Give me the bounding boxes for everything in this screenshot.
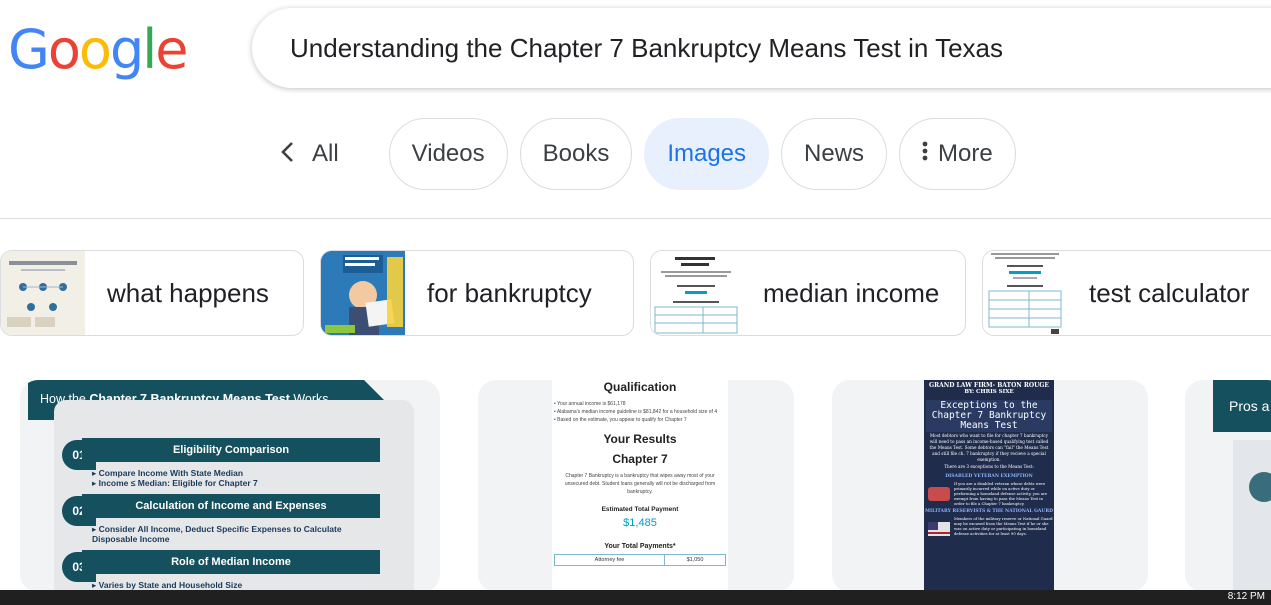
image-result[interactable]: Pros a [1185, 380, 1271, 592]
author: BY: CHRIS SIXE [964, 389, 1014, 395]
us-flag-icon [928, 522, 950, 536]
tab-more[interactable]: More [899, 118, 1016, 190]
qualification-heading: Qualification [603, 380, 677, 394]
chip-label: for bankruptcy [427, 277, 592, 308]
chevron-left-icon [280, 137, 294, 171]
chip-label: what happens [107, 277, 269, 308]
tab-label: Images [667, 140, 747, 167]
section-heading: MILITARY RESERVISTS & THE NATIONAL GAURD [925, 509, 1053, 514]
tab-videos[interactable]: Videos [388, 118, 508, 190]
tab-label: More [938, 140, 993, 167]
step-title: Eligibility Comparison [82, 438, 380, 462]
image-result[interactable]: GRAND LAW FIRM- BATON ROUGE BY: CHRIS SI… [832, 380, 1148, 592]
chip-label: test calculator [1089, 277, 1250, 308]
chip-thumbnail [651, 251, 741, 335]
table-cell: Attorney fee [555, 555, 665, 565]
firm-name: GRAND LAW FIRM- BATON ROUGE [928, 382, 1050, 389]
chip-test-calculator[interactable]: test calculator [982, 250, 1271, 336]
step-item: Consider All Income, Deduct Specific Exp… [92, 524, 342, 544]
logo-letter: l [142, 18, 157, 81]
image-result[interactable]: How the Chapter 7 Bankruptcy Means Test … [20, 380, 440, 592]
estimated-label: Estimated Total Payment [601, 506, 679, 513]
section-heading: DISABLED VETERAN EXEMPTION [945, 474, 1033, 479]
card-count: There are 3 exceptions to the Means Test… [944, 464, 1034, 469]
chip-for-bankruptcy[interactable]: for bankruptcy [320, 250, 634, 336]
section-text: Members of the military reserve or Natio… [954, 516, 1053, 536]
tab-label: Books [542, 140, 610, 167]
logo-letter: e [155, 18, 188, 81]
chip-thumbnail [321, 251, 405, 335]
tab-label: News [804, 140, 865, 167]
search-box[interactable] [252, 8, 1271, 88]
more-vert-icon [922, 140, 928, 168]
section-text: If you are a disabled veteran whose debt… [954, 481, 1048, 506]
logo-letter: g [109, 18, 144, 81]
chip-what-happens[interactable]: what happens [0, 250, 304, 336]
step-title: Role of Median Income [82, 550, 380, 574]
estimated-value: $1,485 [623, 517, 657, 529]
results-title: Your Results [603, 432, 677, 446]
step-item: Varies by State and Household Size [98, 580, 243, 590]
bandage-icon [928, 487, 950, 501]
table-cell: $1,050 [686, 557, 704, 563]
google-images-page: Google All Videos Books Images News More [0, 0, 1271, 605]
logo-letter: o [78, 18, 112, 81]
banner-text: Pros a [1229, 398, 1270, 414]
tab-books[interactable]: Books [519, 118, 633, 190]
header-divider [0, 218, 1271, 219]
taskbar: 8:12 PM [0, 590, 1271, 605]
step-item: Income ≤ Median: Eligible for Chapter 7 [98, 478, 258, 488]
bullet: Based on the estimate, you appear to qua… [557, 417, 687, 423]
tab-news[interactable]: News [781, 118, 888, 190]
bullet: Alabama's median income guideline is $81… [556, 409, 718, 415]
step-title: Calculation of Income and Expenses [82, 494, 380, 518]
logo-letter: G [8, 18, 50, 81]
google-logo[interactable]: Google [8, 18, 188, 82]
search-input[interactable] [290, 32, 1190, 64]
tab-label: All [312, 140, 339, 167]
logo-letter: o [47, 18, 81, 81]
image-result[interactable]: Qualification • Your annual income is $6… [478, 380, 794, 592]
tab-all[interactable]: All [272, 118, 377, 190]
tab-images[interactable]: Images [644, 118, 770, 190]
chip-thumbnail [1, 251, 85, 335]
chip-label: median income [763, 277, 940, 308]
card-body: Most debtors who want to file for chapte… [929, 433, 1049, 462]
payments-label: Your Total Payments* [604, 543, 676, 550]
search-tabs: All Videos Books Images News More [272, 118, 1016, 190]
tab-label: Videos [411, 140, 485, 167]
chapter-label: Chapter 7 [612, 452, 668, 466]
chapter-description: Chapter 7 Bankruptcy is a bankruptcy tha… [564, 473, 716, 495]
chip-median-income[interactable]: median income [650, 250, 966, 336]
card-title: Exceptions to the Chapter 7 Bankruptcy M… [931, 400, 1047, 431]
taskbar-clock: 8:12 PM [1227, 591, 1265, 602]
bullet: Your annual income is $61,178 [557, 401, 626, 407]
chip-thumbnail [983, 251, 1067, 335]
refinement-chips: what happens for bankruptcy median incom… [0, 250, 1271, 336]
step-item: Compare Income With State Median [98, 468, 244, 478]
